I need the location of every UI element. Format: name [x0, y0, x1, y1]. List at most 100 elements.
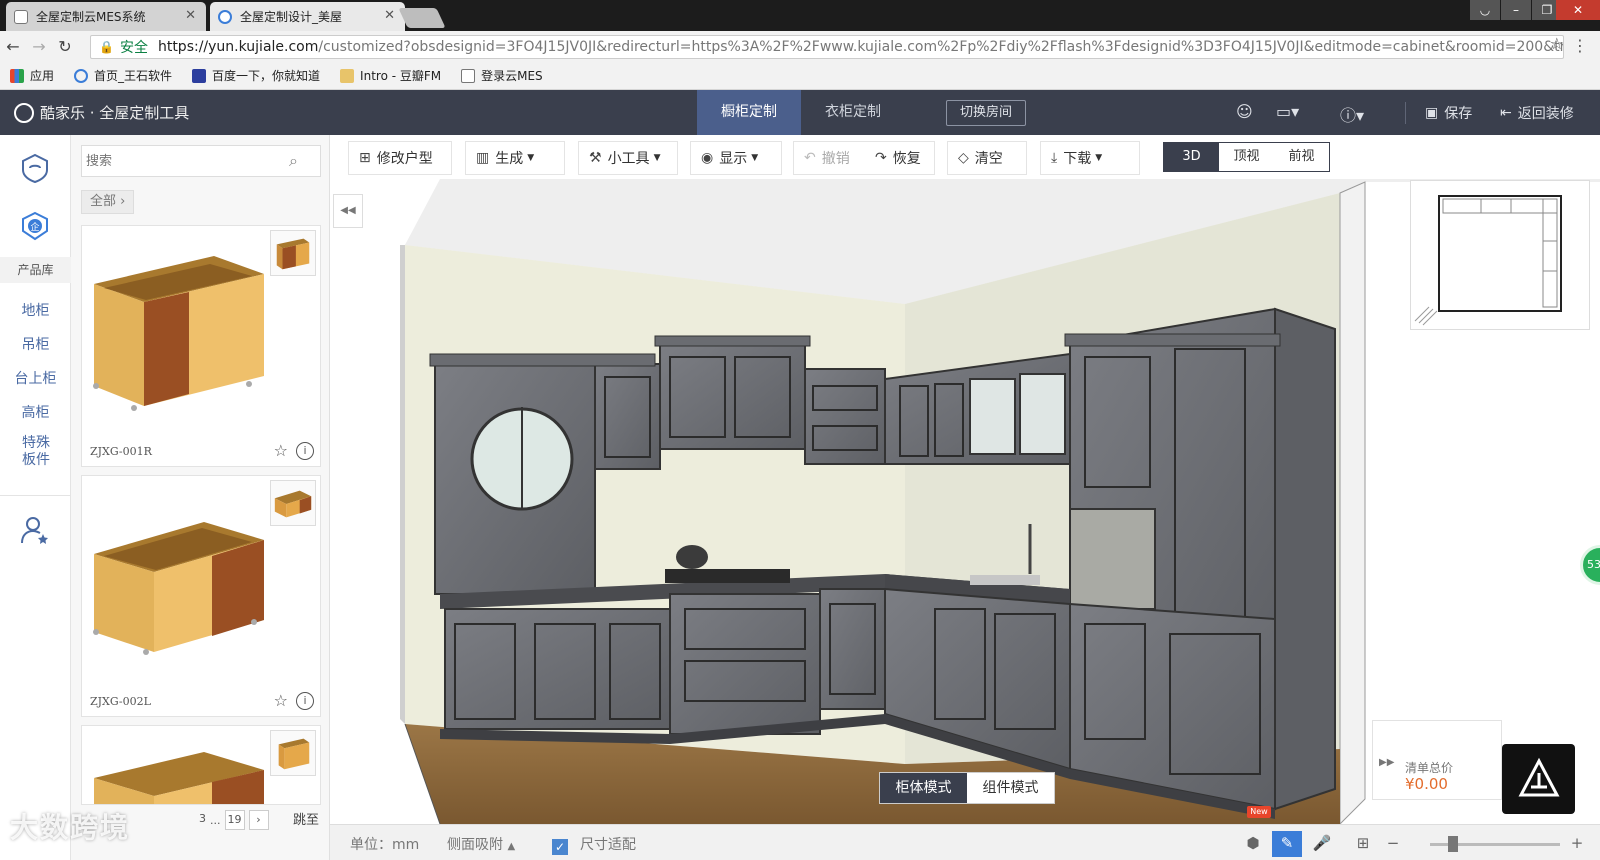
enterprise-icon[interactable]: 企 [20, 211, 50, 241]
bookmark-baidu[interactable]: 百度一下，你就知道 [192, 67, 320, 84]
generate-dropdown[interactable]: ▥ 生成 ▼ [465, 141, 565, 175]
chevron-up-icon: ▲ [507, 841, 516, 852]
expand-arrow-icon[interactable]: ▶▶ [1379, 757, 1394, 768]
button-label: 修改户型 [376, 151, 433, 167]
save-button[interactable]: ▣ 保存 [1425, 103, 1472, 123]
undo-button[interactable]: ↶ 撤销 [793, 141, 865, 175]
page-19[interactable]: 19 [224, 810, 245, 830]
eye-icon: ◉ [701, 150, 714, 166]
browser-tab-design[interactable]: 全屋定制设计_美屋 ✕ [210, 2, 405, 31]
side-snap-toggle[interactable]: 侧面吸附 ▲ [447, 834, 515, 854]
rail-item-base-cabinet[interactable]: 地柜 [0, 300, 71, 320]
brush-icon[interactable]: ✎ [1272, 831, 1302, 857]
tools-dropdown[interactable]: ⚒ 小工具 ▼ [578, 141, 678, 175]
bookmark-apps[interactable]: 应用 [10, 67, 54, 84]
tab-cabinet[interactable]: 橱柜定制 [697, 90, 801, 135]
close-icon[interactable]: ✕ [384, 8, 395, 23]
reload-icon[interactable]: ↻ [52, 37, 78, 56]
back-icon[interactable]: ← [0, 37, 26, 56]
rail-item-wall-cabinet[interactable]: 吊柜 [0, 334, 71, 354]
product-card[interactable] [81, 725, 321, 805]
zoom-in-icon[interactable]: + [1562, 831, 1592, 857]
browser-tabstrip: 全屋定制云MES系统 ✕ 全屋定制设计_美屋 ✕ ◡ – ❐ ✕ [0, 0, 1600, 31]
close-icon[interactable]: ✕ [185, 8, 196, 23]
browser-tab-mes[interactable]: 全屋定制云MES系统 ✕ [6, 2, 206, 31]
material-thumbnail[interactable] [270, 730, 316, 776]
product-library-label[interactable]: 产品库 [0, 257, 71, 283]
bookmark-doubanfm[interactable]: Intro - 豆瓣FM [340, 67, 441, 84]
bookmark-mes[interactable]: 登录云MES [461, 67, 543, 84]
url-input[interactable]: 🔒 安全 https://yun.kujiale.com/customized?… [90, 35, 1564, 59]
size-fit-checkbox[interactable]: ✓ 尺寸适配 [552, 834, 636, 855]
bookmarks-bar: 应用 首页_王石软件 百度一下，你就知道 Intro - 豆瓣FM 登录云MES [0, 62, 1600, 90]
button-label: 生成 [495, 151, 524, 167]
back-to-decor-button[interactable]: ⇤ 返回装修 [1500, 103, 1574, 123]
bookmark-star-icon[interactable]: ☆ [1550, 34, 1564, 53]
shield-icon[interactable] [20, 153, 50, 183]
eraser-icon: ◇ [958, 150, 969, 166]
info-icon[interactable]: i [296, 442, 314, 460]
product-card[interactable]: ZJXG-001R ☆ i [81, 225, 321, 467]
price-label: 清单总价 [1405, 761, 1454, 775]
app-logo[interactable]: 酷家乐 · 全屋定制工具 [14, 102, 189, 123]
rail-item-tall-cabinet[interactable]: 高柜 [0, 402, 71, 422]
zoom-out-icon[interactable]: − [1378, 831, 1408, 857]
info-icon[interactable]: i [296, 692, 314, 710]
favorite-star-icon[interactable]: ☆ [274, 691, 288, 710]
left-rail: 企 产品库 地柜 吊柜 台上柜 高柜 特殊板件 [0, 135, 71, 860]
search-input[interactable] [81, 145, 321, 177]
cube-icon[interactable]: ⬢ [1238, 831, 1268, 857]
product-card[interactable]: ZJXG-002L ☆ i [81, 475, 321, 717]
message-icon[interactable]: ▭▾ [1276, 102, 1299, 121]
price-summary[interactable]: ▶▶ 清单总价 ¥0.00 [1372, 720, 1502, 800]
breadcrumb[interactable]: 全部 › [81, 190, 135, 214]
component-mode-button[interactable]: 组件模式 [967, 773, 1054, 803]
display-dropdown[interactable]: ◉ 显示 ▼ [690, 141, 782, 175]
breadcrumb-label: 全部 [90, 194, 117, 209]
rail-item-special-panel[interactable]: 特殊板件 [16, 435, 56, 469]
minimize-button[interactable]: – [1501, 0, 1531, 20]
switch-room-button[interactable]: 切换房间 [946, 100, 1026, 126]
collapse-panel-button[interactable]: ◀◀ [333, 194, 363, 228]
svg-text:企: 企 [30, 221, 39, 233]
jump-to-label[interactable]: 跳至 [293, 809, 319, 828]
download-dropdown[interactable]: ⤓ 下载 ▼ [1040, 141, 1140, 175]
new-tab-button[interactable] [398, 8, 446, 28]
help-icon[interactable]: ⓘ▾ [1340, 102, 1364, 126]
material-thumbnail[interactable] [270, 230, 316, 276]
view-top-button[interactable]: 顶视 [1219, 143, 1274, 171]
window-user-button[interactable]: ◡ [1470, 0, 1500, 20]
browser-menu-icon[interactable]: ⋮ [1572, 36, 1588, 55]
zoom-slider-handle[interactable] [1448, 836, 1458, 852]
microphone-icon[interactable]: 🎤 [1307, 831, 1337, 857]
user-star-icon[interactable] [20, 515, 50, 545]
main-toolbar: ⊞ 修改户型 ▥ 生成 ▼ ⚒ 小工具 ▼ ◉ 显示 ▼ ↶ 撤销 ↷ 恢复 ◇ 清空 ⤓ 下载 ▼ [330, 135, 1600, 179]
view-front-button[interactable]: 前视 [1274, 143, 1329, 171]
bookmark-wangshi[interactable]: 首页_王石软件 [74, 67, 172, 84]
unit-label[interactable]: 单位：mm [350, 834, 419, 854]
clear-button[interactable]: ◇ 清空 [947, 141, 1027, 175]
favorite-star-icon[interactable]: ☆ [274, 441, 288, 460]
search-icon[interactable]: ⌕ [289, 151, 298, 171]
next-page-button[interactable]: › [248, 810, 269, 830]
fit-view-icon[interactable]: ⊞ [1348, 831, 1378, 857]
page-ellipsis: ... [210, 813, 221, 827]
material-thumbnail[interactable] [270, 480, 316, 526]
minimap[interactable] [1410, 180, 1590, 330]
floor-plan-thumbnail [1414, 195, 1562, 326]
rail-item-countertop-cabinet[interactable]: 台上柜 [0, 368, 71, 388]
download-icon: ⤓ [1051, 150, 1058, 166]
user-service-icon[interactable]: ☺ [1236, 102, 1253, 121]
cabinet-mode-button[interactable]: 柜体模式 [880, 773, 967, 803]
tab-wardrobe[interactable]: 衣柜定制 [801, 90, 905, 135]
edit-floor-plan-button[interactable]: ⊞ 修改户型 [348, 141, 452, 175]
site-icon [74, 68, 89, 83]
product-code: ZJXG-002L [90, 695, 151, 708]
close-window-button[interactable]: ✕ [1556, 0, 1600, 20]
view-3d-button[interactable]: 3D [1164, 143, 1219, 171]
redo-button[interactable]: ↷ 恢复 [865, 141, 935, 175]
forward-icon[interactable]: → [26, 37, 52, 56]
tab-title: 全屋定制设计_美屋 [240, 10, 343, 24]
page-3[interactable]: 3 [199, 810, 206, 830]
cabinet-image [93, 256, 264, 411]
